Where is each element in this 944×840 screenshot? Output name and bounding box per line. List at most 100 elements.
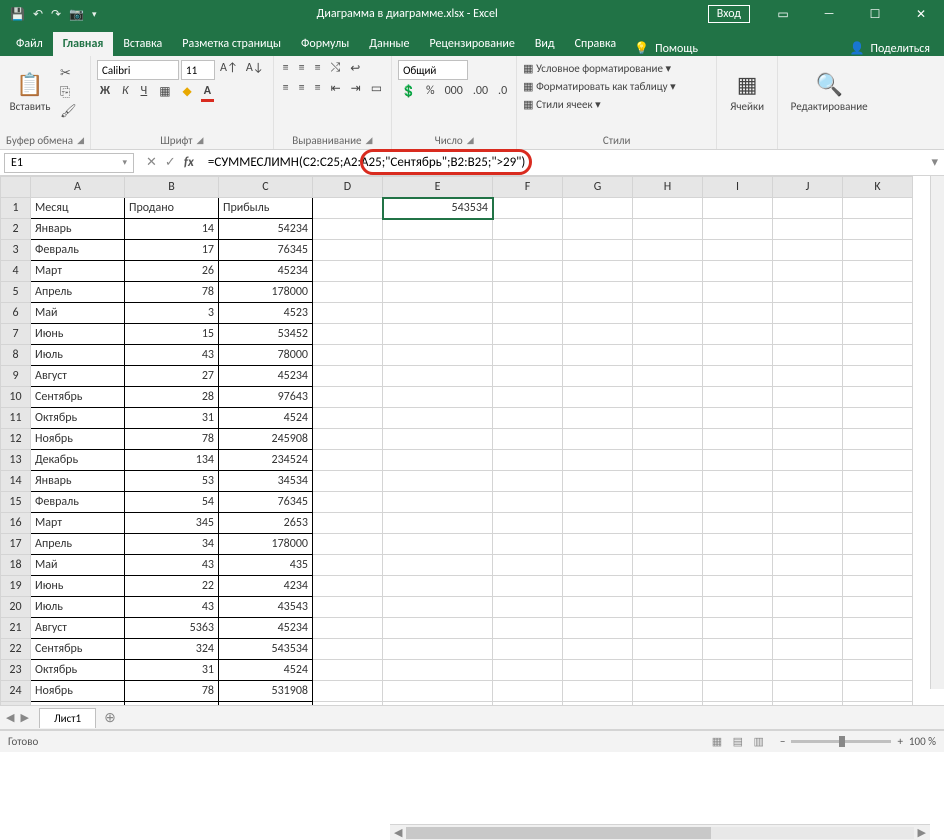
cell-A24[interactable]: Ноябрь (31, 681, 125, 702)
cell-D9[interactable] (313, 366, 383, 387)
cell-B21[interactable]: 5363 (125, 618, 219, 639)
cell-C14[interactable]: 34534 (219, 471, 313, 492)
cell-A6[interactable]: Май (31, 303, 125, 324)
cell-B16[interactable]: 345 (125, 513, 219, 534)
cell-D16[interactable] (313, 513, 383, 534)
currency-icon[interactable]: 💲 (398, 83, 419, 100)
cell-B3[interactable]: 17 (125, 240, 219, 261)
cell-B22[interactable]: 324 (125, 639, 219, 660)
row-header-2[interactable]: 2 (1, 219, 31, 240)
maximize-icon[interactable]: ☐ (852, 0, 898, 28)
cell-J21[interactable] (773, 618, 843, 639)
cell-C18[interactable]: 435 (219, 555, 313, 576)
cell-G5[interactable] (563, 282, 633, 303)
cell-I21[interactable] (703, 618, 773, 639)
cell-D5[interactable] (313, 282, 383, 303)
row-header-13[interactable]: 13 (1, 450, 31, 471)
cell-B11[interactable]: 31 (125, 408, 219, 429)
cell-F3[interactable] (493, 240, 563, 261)
number-format-combo[interactable] (398, 60, 468, 80)
cell-G12[interactable] (563, 429, 633, 450)
cell-G14[interactable] (563, 471, 633, 492)
cell-G16[interactable] (563, 513, 633, 534)
cell-K19[interactable] (843, 576, 913, 597)
cell-D6[interactable] (313, 303, 383, 324)
cell-C7[interactable]: 53452 (219, 324, 313, 345)
cell-K16[interactable] (843, 513, 913, 534)
cell-K2[interactable] (843, 219, 913, 240)
login-button[interactable]: Вход (708, 5, 750, 23)
cell-E2[interactable] (383, 219, 493, 240)
cell-A8[interactable]: Июль (31, 345, 125, 366)
format-as-table-button[interactable]: ▦ Форматировать как таблицу ▾ (523, 78, 675, 95)
cell-J15[interactable] (773, 492, 843, 513)
scroll-left-icon[interactable]: ◀ (390, 826, 406, 839)
row-header-25[interactable]: 25 (1, 702, 31, 707)
col-header-D[interactable]: D (313, 177, 383, 198)
cell-I20[interactable] (703, 597, 773, 618)
cell-B6[interactable]: 3 (125, 303, 219, 324)
font-name-combo[interactable] (97, 60, 179, 80)
cell-C4[interactable]: 45234 (219, 261, 313, 282)
cell-D10[interactable] (313, 387, 383, 408)
cell-E11[interactable] (383, 408, 493, 429)
cell-G6[interactable] (563, 303, 633, 324)
cell-J12[interactable] (773, 429, 843, 450)
inc-decimal-icon[interactable]: .00 (470, 83, 491, 100)
cell-G19[interactable] (563, 576, 633, 597)
cell-D24[interactable] (313, 681, 383, 702)
row-header-24[interactable]: 24 (1, 681, 31, 702)
col-header-E[interactable]: E (383, 177, 493, 198)
cell-E18[interactable] (383, 555, 493, 576)
cell-E3[interactable] (383, 240, 493, 261)
cell-G1[interactable] (563, 198, 633, 219)
cell-C25[interactable]: 234524 (219, 702, 313, 707)
bold-icon[interactable]: Ж (97, 83, 113, 102)
cell-J6[interactable] (773, 303, 843, 324)
cell-E1[interactable]: 543534 (383, 198, 493, 219)
redo-icon[interactable]: ↷ (51, 7, 61, 22)
align-bottom-icon[interactable]: ≡ (312, 60, 324, 77)
cell-F25[interactable] (493, 702, 563, 707)
cell-B8[interactable]: 43 (125, 345, 219, 366)
row-header-18[interactable]: 18 (1, 555, 31, 576)
cell-C21[interactable]: 45234 (219, 618, 313, 639)
cell-K18[interactable] (843, 555, 913, 576)
cell-I4[interactable] (703, 261, 773, 282)
fill-color-icon[interactable]: ◆ (180, 83, 195, 102)
cell-B24[interactable]: 78 (125, 681, 219, 702)
cell-K20[interactable] (843, 597, 913, 618)
tell-me[interactable]: 💡Помощь (626, 41, 706, 56)
cell-A23[interactable]: Октябрь (31, 660, 125, 681)
cell-B4[interactable]: 26 (125, 261, 219, 282)
cell-E23[interactable] (383, 660, 493, 681)
cell-F12[interactable] (493, 429, 563, 450)
cell-A14[interactable]: Январь (31, 471, 125, 492)
font-color-icon[interactable]: A (201, 83, 214, 102)
cell-H11[interactable] (633, 408, 703, 429)
row-header-22[interactable]: 22 (1, 639, 31, 660)
cell-K21[interactable] (843, 618, 913, 639)
cell-H12[interactable] (633, 429, 703, 450)
cell-F5[interactable] (493, 282, 563, 303)
cell-G24[interactable] (563, 681, 633, 702)
cell-K11[interactable] (843, 408, 913, 429)
cell-D11[interactable] (313, 408, 383, 429)
cell-I24[interactable] (703, 681, 773, 702)
cell-A12[interactable]: Ноябрь (31, 429, 125, 450)
tab-pagelayout[interactable]: Разметка страницы (172, 32, 291, 56)
increase-font-icon[interactable]: A↑ (217, 60, 241, 80)
cell-B15[interactable]: 54 (125, 492, 219, 513)
cell-I18[interactable] (703, 555, 773, 576)
tab-review[interactable]: Рецензирование (420, 32, 525, 56)
align-right-icon[interactable]: ≡ (312, 80, 324, 97)
row-header-11[interactable]: 11 (1, 408, 31, 429)
cell-B2[interactable]: 14 (125, 219, 219, 240)
cell-C19[interactable]: 4234 (219, 576, 313, 597)
row-header-10[interactable]: 10 (1, 387, 31, 408)
formula-input[interactable]: =СУММЕСЛИМН(C2:C25;A2:A25;"Сентябрь";B2:… (202, 153, 926, 172)
indent-inc-icon[interactable]: ⇥ (348, 80, 364, 97)
next-sheet-icon[interactable]: ▶ (20, 711, 28, 724)
cell-E10[interactable] (383, 387, 493, 408)
cell-E17[interactable] (383, 534, 493, 555)
